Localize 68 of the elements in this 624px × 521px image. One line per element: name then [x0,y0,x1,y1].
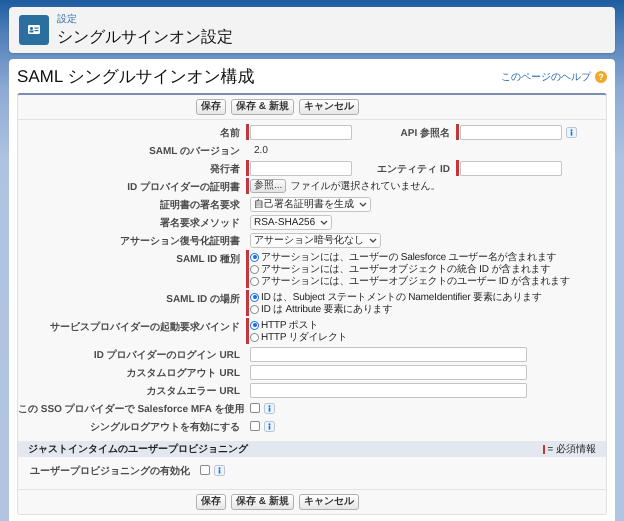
radio-button[interactable] [250,264,259,274]
field-label: API 参照名 [400,126,450,140]
form-button[interactable]: キャンセル [298,99,359,115]
checkbox[interactable] [250,421,260,431]
form-button[interactable]: 保存 & 新規 [231,494,294,510]
option-label: HTTP ポスト [261,319,318,332]
field-label: ユーザープロビジョニングの有効化 [29,464,190,478]
form-button[interactable]: 保存 [196,494,226,510]
radio-button[interactable] [250,276,259,286]
field-label: SAML のバージョン [148,145,240,158]
text-field[interactable] [250,124,352,140]
text-field[interactable] [460,160,562,176]
form-button[interactable]: キャンセル [298,494,359,510]
radio-button[interactable] [250,304,259,314]
chevron-down-icon [369,236,377,244]
field-label: SAML ID の場所 [165,292,240,307]
field-label: アサーション復号化証明書 [119,234,240,248]
option-label: アサーションには、ユーザーオブジェクトのユーザー ID が含まれます [261,274,570,288]
field-label: SAML ID 種別 [175,252,240,267]
file-status: ファイルが選択されていません。 [290,180,440,193]
radio-button[interactable] [250,292,259,302]
info-icon[interactable] [214,464,225,476]
text-field[interactable] [460,124,562,140]
url-field[interactable] [250,382,527,398]
help-link[interactable]: このページのヘルプ [501,70,591,84]
field-label: 発行者 [208,162,240,176]
field-label: カスタムログアウト URL [126,367,240,380]
dropdown[interactable]: 自己署名証明書を生成 [250,196,371,212]
section-title: ジャストインタイムのユーザープロビジョニング [28,442,248,456]
form-button[interactable]: 保存 & 新規 [231,99,294,115]
id-card-icon [19,15,49,45]
checkbox[interactable] [200,465,210,475]
url-field[interactable] [250,346,527,362]
chevron-down-icon [320,218,328,226]
field-label: 署名要求メソッド [159,216,240,230]
info-icon[interactable] [264,420,275,432]
field-label: 証明書の署名要求 [158,198,240,212]
option-label: アサーションには、ユーザーオブジェクトの統合 ID が含まれます [261,262,550,276]
page-header-title: シングルサインオン設定 [57,28,233,48]
option-label: ID は、Subject ステートメントの NameIdentifier 要素にあります [261,290,542,304]
dropdown[interactable]: アサーション暗号化なし [250,232,381,248]
field-label: ID プロバイダーのログイン URL [92,348,240,362]
info-icon[interactable] [566,126,577,138]
radio-button[interactable] [250,252,259,262]
info-icon[interactable] [264,402,275,414]
chevron-down-icon [359,200,367,208]
checkbox[interactable] [250,403,260,413]
required-legend: = 必須情報 [547,442,596,456]
radio-button[interactable] [250,320,259,330]
required-marker [543,444,546,454]
page-title: SAML シングルサインオン構成 [17,66,254,88]
field-label: エンティティ ID [376,163,450,176]
field-label: カスタムエラー URL [146,385,240,398]
field-label: シングルログアウトを有効にする [89,420,240,434]
option-label: アサーションには、ユーザーの Salesforce ユーザー名が含まれます [261,250,556,264]
url-field[interactable] [250,364,527,380]
option-label: HTTP リダイレクト [261,331,348,344]
form-button[interactable]: 保存 [196,99,226,115]
field-label: 名前 [219,126,240,140]
field-label: ID プロバイダーの証明書 [126,180,240,194]
text-field[interactable] [250,160,352,176]
option-label: ID は Attribute 要素にあります [261,302,392,316]
radio-button[interactable] [250,332,259,342]
breadcrumb-link[interactable]: 設定 [57,12,233,26]
field-label: サービスプロバイダーの起動要求バインド [49,320,240,335]
field-value: 2.0 [253,144,268,156]
browse-button[interactable]: 参照... [250,179,286,193]
dropdown[interactable]: RSA-SHA256 [250,214,332,230]
